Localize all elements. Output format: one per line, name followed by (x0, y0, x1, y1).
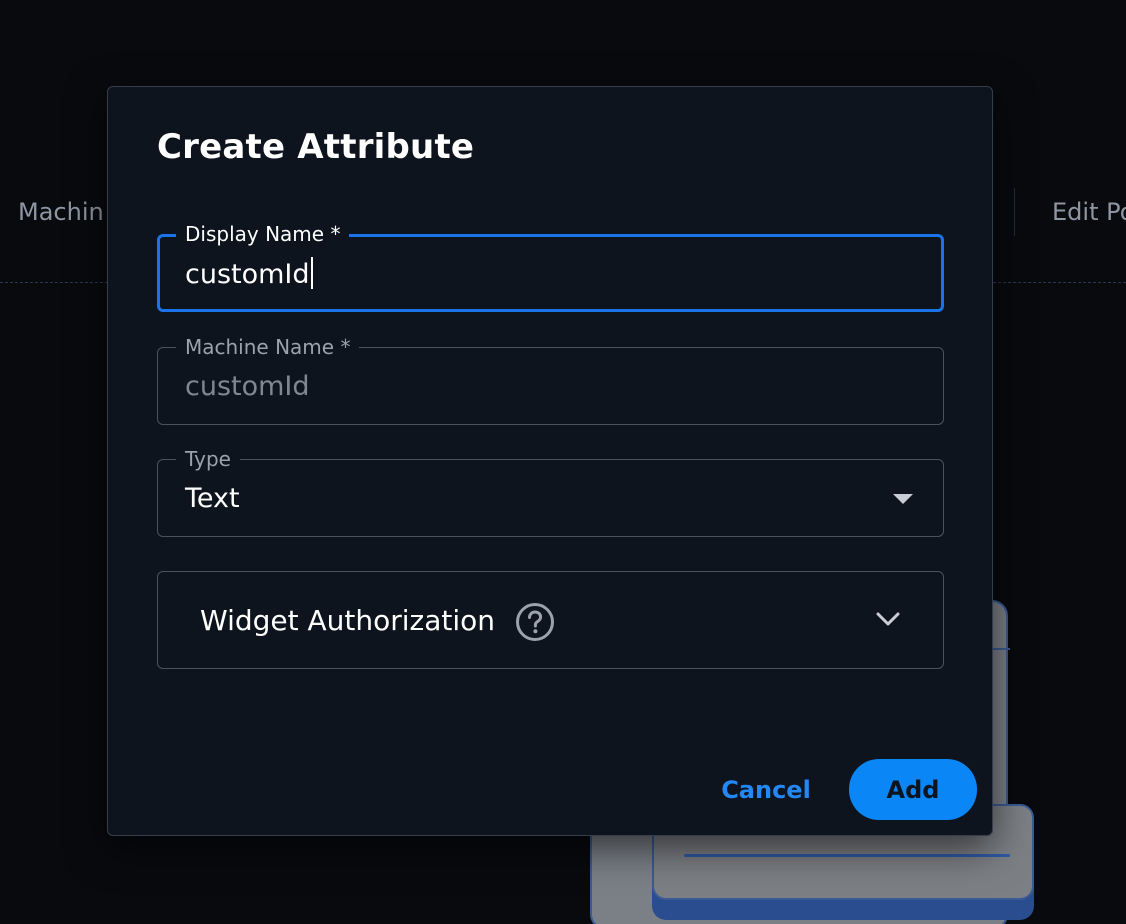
text-caret (310, 257, 313, 289)
create-attribute-dialog: Create Attribute Display Name * customId… (107, 86, 993, 836)
help-circle-icon[interactable] (515, 602, 555, 642)
type-value: Text (185, 483, 240, 514)
background-divider (1014, 188, 1015, 236)
machine-name-value: customId (185, 371, 310, 402)
add-button[interactable]: Add (849, 759, 977, 820)
type-select[interactable]: Type Text (157, 446, 944, 537)
cancel-button[interactable]: Cancel (714, 773, 818, 807)
chevron-down-icon[interactable] (875, 610, 901, 628)
widget-authorization-label: Widget Authorization (200, 604, 496, 637)
caret-down-icon[interactable] (893, 494, 913, 504)
display-name-field[interactable]: Display Name * customId (157, 221, 944, 312)
illustration-card-line (684, 854, 1010, 857)
dialog-title: Create Attribute (157, 127, 475, 167)
type-label: Type (176, 446, 240, 472)
background-tab-machine: Machin (18, 198, 104, 226)
machine-name-field: Machine Name * customId (157, 334, 944, 425)
background-tab-edit: Edit Po (1052, 198, 1126, 226)
display-name-value: customId (185, 259, 310, 290)
widget-authorization-accordion[interactable]: Widget Authorization (157, 571, 944, 669)
display-name-input[interactable]: customId (185, 257, 313, 292)
machine-name-label: Machine Name * (176, 334, 360, 360)
display-name-label: Display Name * (176, 221, 350, 247)
